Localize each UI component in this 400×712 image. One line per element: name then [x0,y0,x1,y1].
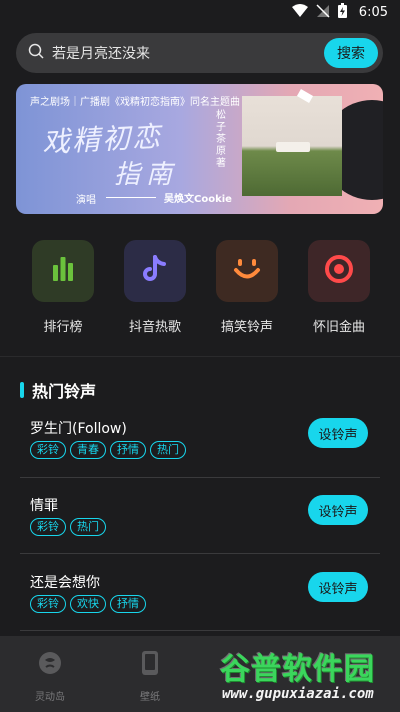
status-bar: 6:05 [0,0,400,24]
tiktok-note-icon [141,254,169,288]
list-item[interactable]: 情罪 彩铃 热门 设铃声 [20,495,380,575]
nav-item-wallpaper[interactable]: 壁纸 [120,650,180,703]
accent-bar [20,382,24,398]
banner-singer: 吴焕文Cookie [164,194,232,205]
search-bar[interactable]: 若是月亮还没来 搜索 [16,33,383,73]
promo-banner[interactable]: 声之剧场｜广播剧《戏精初恋指南》同名主题曲 戏精初恋 指南 松子茶 原著 演唱 … [16,84,383,214]
shortcut-label: 排行榜 [43,320,83,335]
section-divider [0,356,400,357]
chart-bars-icon [49,255,77,287]
tag: 欢快 [70,595,106,613]
nav-label: 壁纸 [140,692,160,703]
battery-icon [337,2,347,22]
shortcut-ranking[interactable]: 排行榜 [28,240,98,335]
shortcut-label: 搞笑铃声 [220,320,273,335]
phone-icon [141,650,159,680]
shortcut-douyin-hits[interactable]: 抖音热歌 [120,240,190,335]
smile-face-icon [231,255,263,287]
island-icon [37,650,63,680]
shortcut-label: 抖音热歌 [128,320,181,335]
song-name: 情罪 [30,498,58,514]
row-divider [20,630,380,631]
tag: 彩铃 [30,518,66,536]
shortcut-oldies[interactable]: 怀旧金曲 [304,240,374,335]
banner-author: 松子茶 原著 [216,110,226,169]
search-icon [28,43,44,63]
tag: 抒情 [110,441,146,459]
tag: 彩铃 [30,595,66,613]
row-divider [20,477,380,478]
song-tags: 彩铃 热门 [30,518,106,536]
tag: 抒情 [110,595,146,613]
banner-calligraphy-subtitle: 指南 [114,160,179,190]
tag: 热门 [70,518,106,536]
album-cover-image [242,89,342,196]
row-divider [20,553,380,554]
song-name: 罗生门(Follow) [30,421,127,437]
shortcut-funny-ringtones[interactable]: 搞笑铃声 [212,240,282,335]
category-shortcuts: 排行榜 抖音热歌 搞笑铃声 怀旧金曲 [0,240,400,340]
song-name: 还是会想你 [30,575,100,591]
banner-singer-label: 演唱 [76,195,96,206]
watermark-url: www.gupuxiazai.com [222,686,374,702]
song-tags: 彩铃 青春 抒情 热门 [30,441,186,459]
set-ringtone-button[interactable]: 设铃声 [308,495,368,525]
list-item[interactable]: 罗生门(Follow) 彩铃 青春 抒情 热门 设铃声 [20,418,380,498]
song-tags: 彩铃 欢快 抒情 [30,595,146,613]
shortcut-label: 怀旧金曲 [312,320,365,335]
tag: 热门 [150,441,186,459]
set-ringtone-button[interactable]: 设铃声 [308,418,368,448]
tag: 彩铃 [30,441,66,459]
nav-label: 灵动岛 [35,692,65,703]
signal-off-icon [316,3,330,22]
set-ringtone-button[interactable]: 设铃声 [308,572,368,602]
target-record-icon [323,253,355,289]
watermark: 谷普软件园 www.gupuxiazai.com [220,642,392,706]
section-title: 热门铃声 [32,382,97,401]
hot-ringtones-header: 热门铃声 [20,378,96,402]
tag: 青春 [70,441,106,459]
wifi-icon [291,3,308,22]
watermark-title: 谷普软件园 [220,652,375,687]
nav-item-island[interactable]: 灵动岛 [20,650,80,703]
banner-headline: 声之剧场｜广播剧《戏精初恋指南》同名主题曲 [30,97,240,108]
search-button[interactable]: 搜索 [324,38,378,68]
clock: 6:05 [358,4,388,20]
